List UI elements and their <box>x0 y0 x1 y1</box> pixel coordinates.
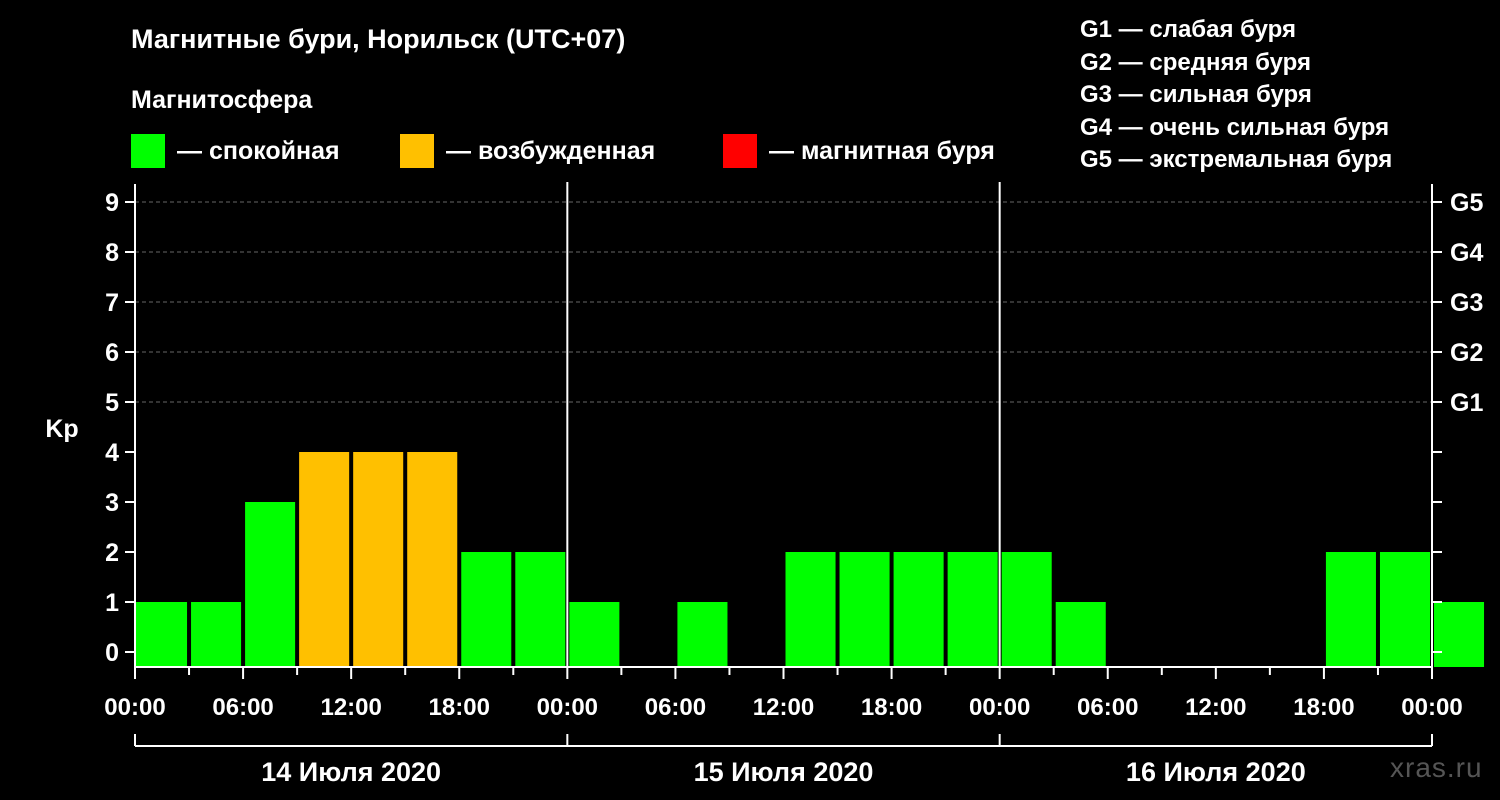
g-level-label: G2 <box>1450 339 1483 367</box>
day-label: 16 Июля 2020 <box>1126 757 1306 787</box>
x-tick-label: 06:00 <box>1077 694 1138 721</box>
g-level-label: G5 <box>1450 189 1483 217</box>
kp-bar <box>299 452 350 667</box>
kp-bar <box>353 452 404 667</box>
site-watermark: xras.ru <box>1390 752 1483 783</box>
g-level-label: G4 <box>1450 239 1483 267</box>
y-tick-label: 1 <box>105 589 119 617</box>
kp-bar <box>1379 552 1430 667</box>
kp-bar <box>461 552 512 667</box>
kp-bar <box>947 552 998 667</box>
kp-bar <box>839 552 890 667</box>
kp-bar <box>1434 602 1485 667</box>
kp-bar <box>407 452 458 667</box>
kp-bar <box>136 602 188 667</box>
x-tick-label: 18:00 <box>429 694 490 721</box>
kp-bar <box>677 602 728 667</box>
y-tick-label: 7 <box>105 289 119 317</box>
kp-bar-chart: 0 1 2 3 4 5 6 7 8 9 G1 G2 G3 G4 G5 Kp 00:00 06:00 12:00 18:… <box>45 182 1485 787</box>
x-tick-label: 12:00 <box>1185 694 1246 721</box>
x-tick-label: 06:00 <box>212 694 273 721</box>
kp-bar <box>569 602 620 667</box>
kp-bar <box>191 602 242 667</box>
g-level-label: G3 <box>1450 289 1483 317</box>
x-tick-label: 00:00 <box>1401 694 1462 721</box>
kp-bar <box>893 552 944 667</box>
x-tick-label: 00:00 <box>537 694 598 721</box>
x-tick-label: 12:00 <box>320 694 381 721</box>
kp-bar <box>1055 602 1106 667</box>
y-tick-label: 8 <box>105 239 119 267</box>
y-axis-label: Kp <box>45 415 78 443</box>
x-tick-label: 18:00 <box>1293 694 1354 721</box>
kp-bar <box>245 502 296 667</box>
y-tick-label: 0 <box>105 639 119 667</box>
y-tick-label: 5 <box>105 389 119 417</box>
kp-bar <box>1001 552 1052 667</box>
y-tick-label: 4 <box>105 439 119 467</box>
kp-bar <box>1325 552 1376 667</box>
x-tick-label: 12:00 <box>753 694 814 721</box>
x-tick-label: 00:00 <box>104 694 165 721</box>
kp-bar <box>515 552 566 667</box>
x-tick-label: 00:00 <box>969 694 1030 721</box>
g-level-label: G1 <box>1450 389 1483 417</box>
y-tick-label: 6 <box>105 339 119 367</box>
day-label: 15 Июля 2020 <box>694 757 874 787</box>
kp-bar <box>785 552 836 667</box>
day-label: 14 Июля 2020 <box>261 757 441 787</box>
x-tick-label: 06:00 <box>645 694 706 721</box>
y-tick-label: 9 <box>105 189 119 217</box>
y-tick-label: 2 <box>105 539 119 567</box>
x-tick-label: 18:00 <box>861 694 922 721</box>
y-tick-label: 3 <box>105 489 119 517</box>
